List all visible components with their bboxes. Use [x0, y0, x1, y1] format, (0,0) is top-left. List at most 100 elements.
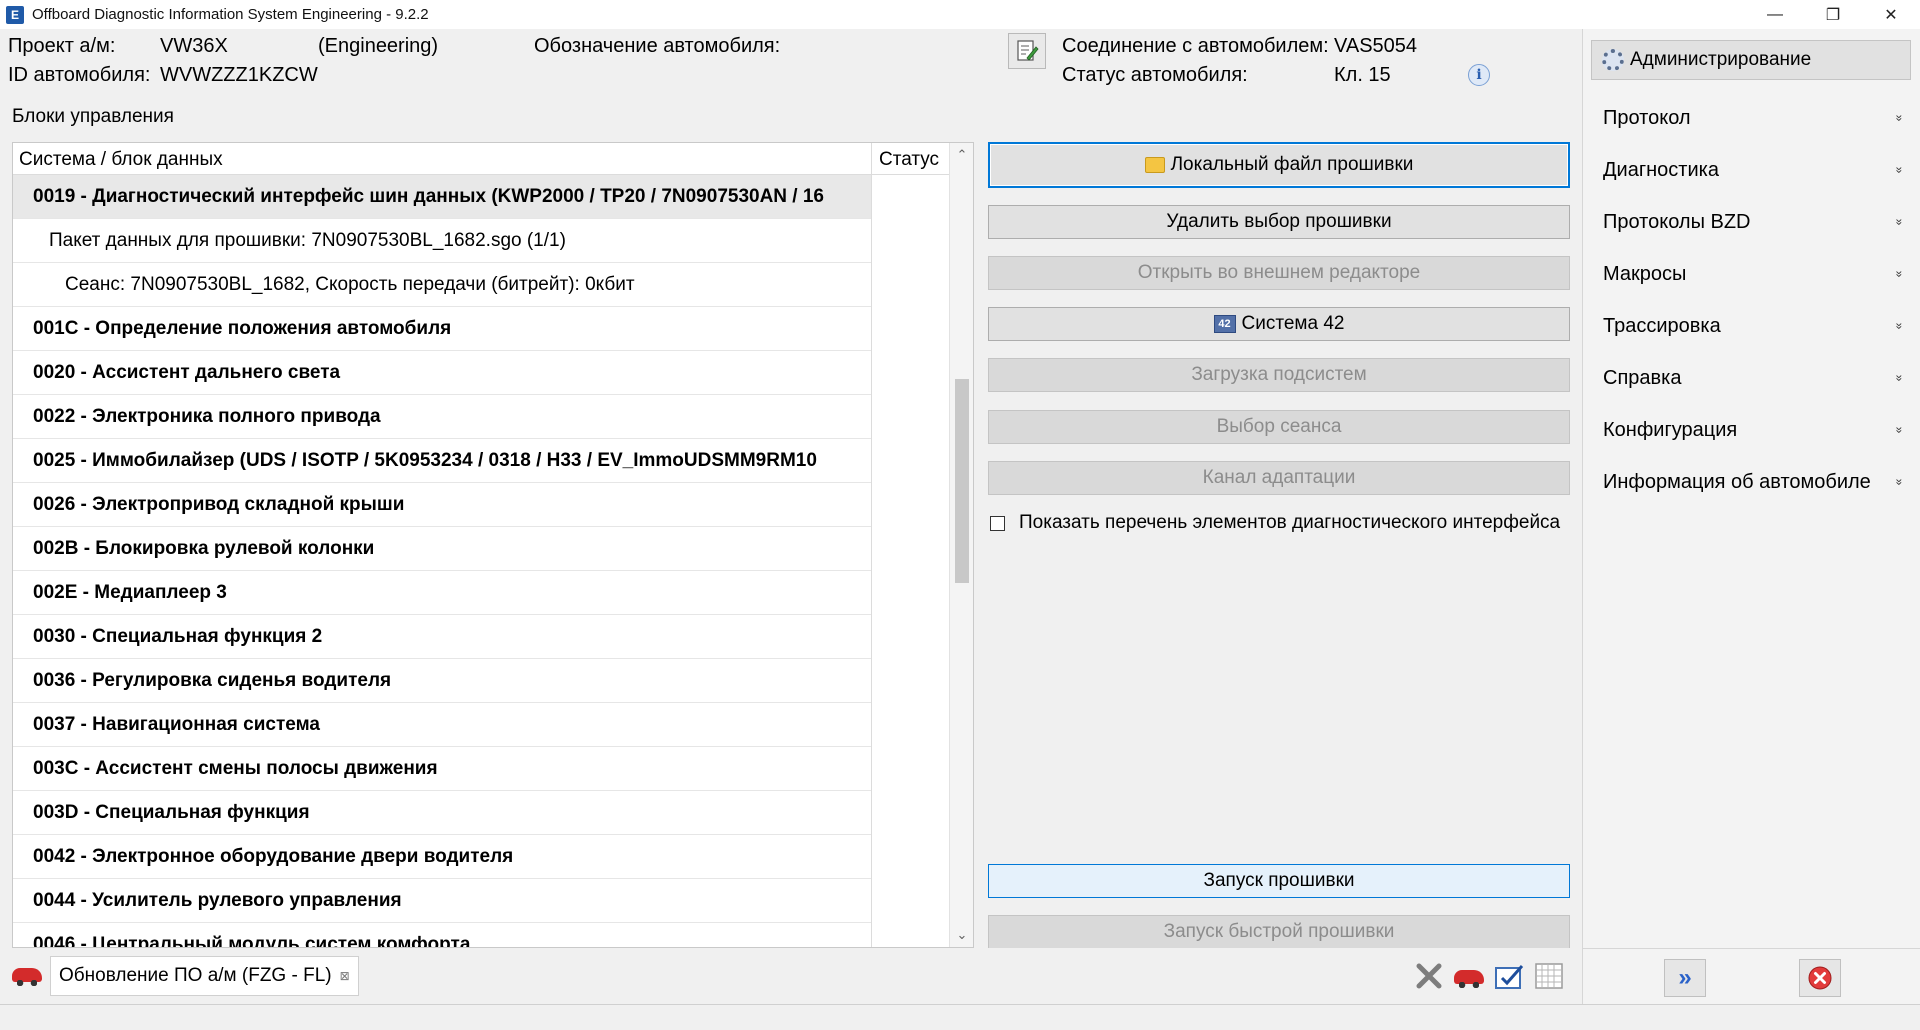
table-row[interactable]: Пакет данных для прошивки: 7N0907530BL_1… [13, 219, 871, 263]
table-row[interactable]: 0030 - Специальная функция 2 [13, 615, 871, 659]
table-row[interactable]: 0025 - Иммобилайзер (UDS / ISOTP / 5K095… [13, 439, 871, 483]
system42-label: Система 42 [1241, 313, 1345, 334]
local-file-button[interactable]: Локальный файл прошивки [988, 142, 1570, 188]
sidebar-item[interactable]: Протокол » [1583, 92, 1920, 144]
row-label: 0026 - Электропривод складной крыши [33, 493, 405, 515]
table-row[interactable]: 003C - Ассистент смены полосы движения [13, 747, 871, 791]
local-file-label: Локальный файл прошивки [1170, 154, 1414, 175]
control-units-tree[interactable]: Система / блок данных Статус 0019 - Диаг… [12, 142, 974, 948]
scroll-down-arrow-icon[interactable]: ⌄ [950, 923, 973, 947]
table-row[interactable]: 002B - Блокировка рулевой колонки [13, 527, 871, 571]
sidebar-item[interactable]: Протоколы BZD » [1583, 196, 1920, 248]
tab-close-icon[interactable]: ⊠ [340, 969, 350, 983]
double-chevron-right-icon: » [1678, 964, 1692, 991]
title-bar: E Offboard Diagnostic Information System… [0, 0, 1920, 29]
row-label: 0030 - Специальная функция 2 [33, 625, 323, 647]
chevron-down-icon: » [1892, 218, 1907, 226]
minimize-button[interactable]: — [1746, 0, 1804, 29]
row-label: 0044 - Усилитель рулевого управления [33, 889, 402, 911]
sidebar-item[interactable]: Конфигурация » [1583, 404, 1920, 456]
system42-button[interactable]: 42 Система 42 [988, 307, 1570, 341]
status-value: Кл. 15 [1334, 64, 1391, 86]
cancel-button[interactable] [1799, 959, 1841, 997]
start-quick-flash-button[interactable]: Запуск быстрой прошивки [988, 915, 1570, 949]
tree-header: Система / блок данных Статус [13, 143, 949, 175]
tree-rows: 0019 - Диагностический интерфейс шин дан… [13, 175, 949, 948]
adaptation-channel-button[interactable]: Канал адаптации [988, 461, 1570, 495]
table-row[interactable]: 0046 - Центральный модуль систем комфорт… [13, 923, 871, 948]
connection-value: VAS5054 [1334, 35, 1418, 57]
row-label: 003D - Специальная функция [33, 801, 310, 823]
chevron-down-icon: » [1892, 166, 1907, 174]
table-row[interactable]: 0026 - Электропривод складной крыши [13, 483, 871, 527]
sidebar-item-label: Конфигурация [1603, 418, 1738, 441]
sidebar-item[interactable]: Макросы » [1583, 248, 1920, 300]
session-select-label: Выбор сеанса [1216, 416, 1342, 437]
sidebar-item-label: Диагностика [1603, 158, 1719, 181]
table-row[interactable]: 0020 - Ассистент дальнего света [13, 351, 871, 395]
chevron-down-icon: » [1892, 114, 1907, 122]
sidebar-item-label: Трассировка [1603, 314, 1721, 337]
chevron-down-icon: » [1892, 426, 1907, 434]
sidebar-item-label: Макросы [1603, 262, 1687, 285]
row-label: Пакет данных для прошивки: 7N0907530BL_1… [49, 229, 566, 251]
table-row[interactable]: 0019 - Диагностический интерфейс шин дан… [13, 175, 871, 219]
chevron-down-icon: » [1892, 374, 1907, 382]
tab-software-update[interactable]: Обновление ПО а/м (FZG - FL) ⊠ [50, 956, 359, 996]
table-row[interactable]: 0036 - Регулировка сиденья водителя [13, 659, 871, 703]
right-sidebar: Администрирование Протокол» Диагностика» П… [1582, 29, 1920, 1004]
delete-selection-button[interactable]: Удалить выбор прошивки [988, 205, 1570, 239]
vehicle-car-icon[interactable] [1454, 970, 1484, 988]
red-x-circle-icon [1808, 966, 1832, 990]
restore-button[interactable]: ❐ [1804, 0, 1862, 29]
vehicle-header: Проект а/м: VW36X (Engineering) ID автом… [0, 29, 1582, 91]
checklist-icon[interactable] [1494, 962, 1524, 990]
table-row[interactable]: 003D - Специальная функция [13, 791, 871, 835]
project-value: VW36X [160, 35, 228, 57]
car-icon[interactable] [12, 968, 42, 986]
edit-designation-button[interactable] [1008, 33, 1046, 69]
sidebar-item[interactable]: Диагностика » [1583, 144, 1920, 196]
show-interface-list-option[interactable]: Показать перечень элементов диагностичес… [990, 512, 1560, 534]
tab-label: Обновление ПО а/м (FZG - FL) [59, 965, 332, 986]
vertical-scrollbar[interactable]: ⌃ ⌄ [949, 143, 973, 947]
delete-selection-label: Удалить выбор прошивки [1166, 211, 1392, 232]
system42-icon: 42 [1213, 315, 1236, 333]
chevron-down-icon: » [1892, 478, 1907, 486]
column-status[interactable]: Статус [879, 149, 939, 171]
show-interface-list-checkbox[interactable] [990, 515, 1005, 531]
open-external-button[interactable]: Открыть во внешнем редакторе [988, 256, 1570, 290]
table-row[interactable]: 0037 - Навигационная система [13, 703, 871, 747]
row-label: 0020 - Ассистент дальнего света [33, 361, 341, 383]
sidebar-item[interactable]: Справка » [1583, 352, 1920, 404]
table-row[interactable]: 0022 - Электроника полного привода [13, 395, 871, 439]
table-row[interactable]: 0042 - Электронное оборудование двери во… [13, 835, 871, 879]
edit-notes-icon [1017, 40, 1039, 61]
sidebar-item[interactable]: Информация об автомобиле » [1583, 456, 1920, 508]
table-row[interactable]: 0044 - Усилитель рулевого управления [13, 879, 871, 923]
scroll-thumb[interactable] [955, 379, 969, 583]
table-row[interactable]: 001C - Определение положения автомобиля [13, 307, 871, 351]
row-label: 0019 - Диагностический интерфейс шин дан… [33, 185, 824, 207]
odis-app-icon: E [6, 5, 24, 24]
table-row[interactable]: 002E - Медиаплеер 3 [13, 571, 871, 615]
vehicle-id-value: WVWZZZ1KZCW [160, 64, 318, 86]
table-row[interactable]: Сеанс: 7N0907530BL_1682, Скорость переда… [13, 263, 871, 307]
session-select-button[interactable]: Выбор сеанса [988, 410, 1570, 444]
info-icon[interactable]: i [1468, 64, 1490, 86]
scroll-up-arrow-icon[interactable]: ⌃ [950, 143, 973, 167]
column-system[interactable]: Система / блок данных [19, 149, 223, 171]
row-label: 0042 - Электронное оборудование двери во… [33, 845, 514, 867]
row-label: 001C - Определение положения автомобиля [33, 317, 452, 339]
grid-table-icon[interactable] [1534, 962, 1564, 990]
close-window-button[interactable]: ✕ [1862, 0, 1920, 29]
load-subsystems-button[interactable]: Загрузка подсистем [988, 358, 1570, 392]
gear-icon [1602, 49, 1624, 71]
connection-label: Соединение с автомобилем: [1062, 35, 1329, 57]
forward-button[interactable]: » [1664, 959, 1706, 997]
start-flash-button[interactable]: Запуск прошивки [988, 864, 1570, 898]
sidebar-item[interactable]: Трассировка » [1583, 300, 1920, 352]
disconnect-tools-icon[interactable] [1414, 962, 1444, 990]
administration-button[interactable]: Администрирование [1591, 40, 1911, 80]
bottom-tab-strip: Обновление ПО а/м (FZG - FL) ⊠ [0, 948, 1582, 1004]
